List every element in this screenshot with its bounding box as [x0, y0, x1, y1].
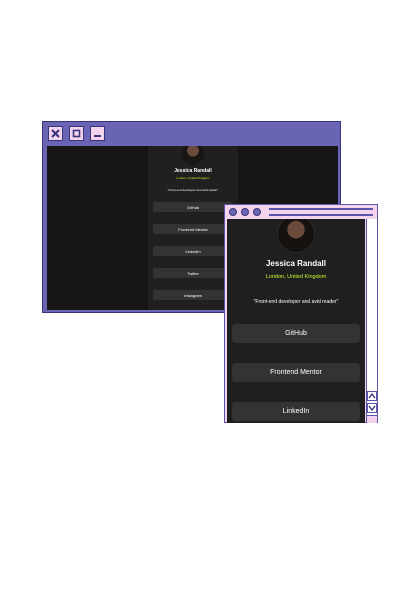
- profile-bio: "Front-end developer and avid reader": [167, 188, 219, 192]
- scroll-up-button[interactable]: [367, 391, 377, 401]
- scrollbar[interactable]: [366, 219, 377, 423]
- profile-location: London, United Kingdom: [265, 274, 327, 280]
- titlebar-stripe: [269, 208, 373, 210]
- avatar: [277, 219, 315, 253]
- link-github[interactable]: GitHub: [232, 324, 360, 343]
- link-linkedin[interactable]: LinkedIn: [232, 402, 360, 421]
- close-icon: [51, 129, 60, 138]
- link-frontend-mentor[interactable]: Frontend Mentor: [153, 224, 233, 234]
- minimize-button[interactable]: [90, 126, 105, 141]
- maximize-button[interactable]: [69, 126, 84, 141]
- avatar: [182, 146, 204, 165]
- profile-name: Jessica Randall: [265, 259, 327, 268]
- titlebar-stripe: [269, 214, 373, 216]
- maximize-icon: [72, 129, 81, 138]
- link-twitter[interactable]: Twitter: [153, 268, 233, 278]
- profile-location: London, United Kingdom: [176, 176, 210, 180]
- window-dot-2[interactable]: [241, 208, 249, 216]
- back-window-titlebar: [43, 122, 340, 146]
- link-instagram[interactable]: Instagram: [153, 290, 233, 300]
- close-button[interactable]: [48, 126, 63, 141]
- scroll-down-button[interactable]: [367, 403, 377, 413]
- link-list: GitHub Frontend Mentor LinkedIn Twitter …: [153, 202, 233, 300]
- profile-name: Jessica Randall: [174, 168, 212, 174]
- front-window-screen: Jessica Randall London, United Kingdom "…: [227, 219, 365, 423]
- link-frontend-mentor[interactable]: Frontend Mentor: [232, 363, 360, 382]
- link-linkedin[interactable]: LinkedIn: [153, 246, 233, 256]
- link-list: GitHub Frontend Mentor LinkedIn: [232, 324, 360, 421]
- chevron-down-icon: [368, 405, 376, 412]
- front-window: Jessica Randall London, United Kingdom "…: [224, 204, 378, 423]
- scroll-thumb[interactable]: [367, 415, 377, 423]
- profile-bio: "Front-end developer and avid reader": [253, 299, 339, 305]
- link-github[interactable]: GitHub: [153, 202, 233, 212]
- window-dot-1[interactable]: [229, 208, 237, 216]
- minimize-icon: [94, 135, 101, 137]
- front-window-titlebar[interactable]: [225, 205, 377, 219]
- chevron-up-icon: [368, 392, 376, 399]
- window-dot-3[interactable]: [253, 208, 261, 216]
